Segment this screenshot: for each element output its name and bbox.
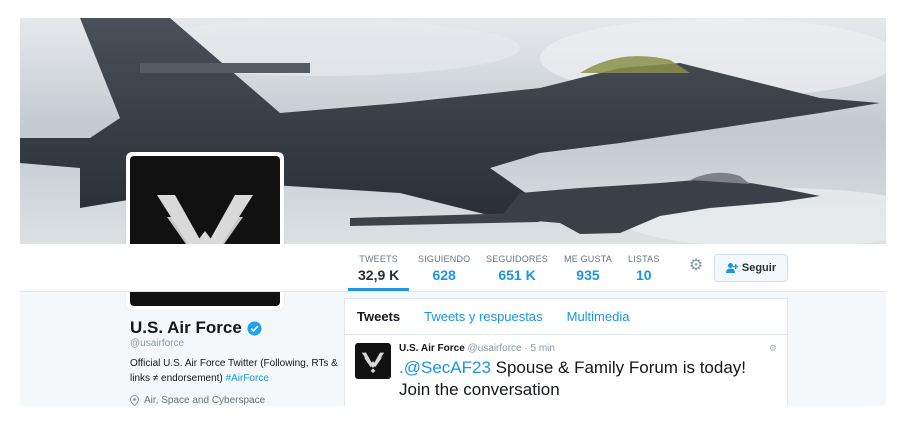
stat-following[interactable]: SIGUIENDO 628 (418, 254, 470, 283)
stat-value: 935 (576, 267, 600, 283)
bio-hashtag-link[interactable]: #AirForce (226, 373, 269, 384)
profile-name[interactable]: U.S. Air Force (130, 318, 262, 338)
stat-tweets[interactable]: TWEETS 32,9 K (347, 254, 410, 291)
profile-handle[interactable]: @usairforce (130, 338, 184, 349)
tweet-text: .@SecAF23 Spouse & Family Forum is today… (399, 357, 779, 401)
stat-value: 32,9 K (358, 267, 400, 283)
location-pin-icon (130, 395, 139, 406)
tab-tweets[interactable]: Tweets (357, 309, 400, 324)
twitter-profile-page: TWEETS 32,9 K SIGUIENDO 628 SEGUIDORES 6… (20, 18, 886, 406)
tab-tweets-replies[interactable]: Tweets y respuestas (424, 309, 543, 324)
tweet-item[interactable]: U.S. Air Force @usairforce · 5 min ⚙ .@S… (345, 335, 787, 406)
tweet-meta: @usairforce · 5 min (467, 343, 555, 354)
verified-badge-icon (247, 320, 262, 336)
stat-label: ME GUSTA (564, 254, 612, 264)
tweet-mention-link[interactable]: .@SecAF23 (399, 358, 491, 377)
stat-likes[interactable]: ME GUSTA 935 (564, 254, 612, 283)
stat-value: 651 K (498, 267, 536, 283)
gear-icon[interactable]: ⚙ (688, 258, 704, 274)
stat-followers[interactable]: SEGUIDORES 651 K (486, 254, 548, 283)
profile-name-text: U.S. Air Force (130, 318, 242, 337)
stat-label: SIGUIENDO (418, 254, 471, 264)
timeline-tabs: Tweets Tweets y respuestas Multimedia (345, 299, 787, 335)
stat-value: 10 (635, 267, 652, 283)
stat-label: LISTAS (628, 254, 660, 264)
tweet-more-icon[interactable]: ⚙ (769, 343, 777, 354)
stat-value: 628 (432, 267, 456, 283)
add-user-icon (725, 263, 738, 273)
tweet-author-name[interactable]: U.S. Air Force (399, 343, 465, 354)
tweet-header: U.S. Air Force @usairforce · 5 min (399, 343, 555, 354)
tab-media[interactable]: Multimedia (567, 309, 630, 324)
stat-label: SEGUIDORES (486, 254, 549, 264)
follow-button[interactable]: Seguir (714, 254, 788, 282)
profile-location: Air, Space and Cyberspace (130, 395, 265, 406)
tweet-avatar[interactable] (355, 343, 391, 379)
follow-button-label: Seguir (741, 262, 777, 274)
profile-nav-bar: TWEETS 32,9 K SIGUIENDO 628 SEGUIDORES 6… (20, 244, 886, 292)
air-force-symbol-icon (361, 352, 385, 374)
stat-lists[interactable]: LISTAS 10 (628, 254, 660, 283)
location-text: Air, Space and Cyberspace (144, 395, 266, 406)
stat-label: TWEETS (359, 254, 398, 264)
timeline: Tweets Tweets y respuestas Multimedia U.… (344, 298, 788, 406)
profile-bio: Official U.S. Air Force Twitter (Followi… (130, 356, 350, 386)
